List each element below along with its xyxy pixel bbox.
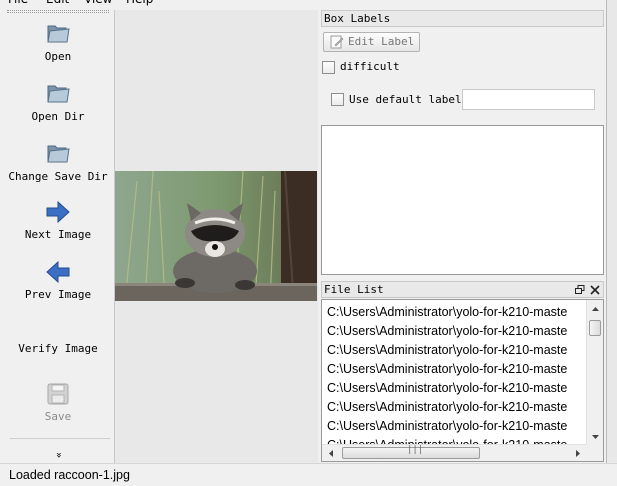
difficult-checkbox[interactable] xyxy=(322,61,335,74)
list-item[interactable]: C:\Users\Administrator\yolo-for-k210-mas… xyxy=(327,417,589,436)
menu-edit[interactable]: Edit xyxy=(46,0,69,6)
list-item[interactable]: C:\Users\Administrator\yolo-for-k210-mas… xyxy=(327,322,589,341)
list-item[interactable]: C:\Users\Administrator\yolo-for-k210-mas… xyxy=(327,303,589,322)
toolbar: Open Open Dir Change Save Dir Next Image… xyxy=(4,10,112,466)
save-button[interactable]: Save xyxy=(4,382,112,423)
prev-image-button[interactable]: Prev Image xyxy=(4,260,112,301)
edit-label-text: Edit Label xyxy=(348,35,415,48)
status-message: Loaded raccoon-1.jpg xyxy=(9,468,130,482)
list-item[interactable]: C:\Users\Administrator\yolo-for-k210-mas… xyxy=(327,398,589,417)
menu-view[interactable]: View xyxy=(84,0,112,6)
scroll-up-icon[interactable] xyxy=(587,302,604,316)
open-button[interactable]: Open xyxy=(4,20,112,63)
verify-image-button[interactable]: Verify Image xyxy=(4,342,112,355)
folder-icon xyxy=(47,85,70,103)
arrow-right-icon xyxy=(46,200,70,224)
prev-image-label: Prev Image xyxy=(24,288,92,301)
edit-icon xyxy=(330,35,344,49)
scroll-left-icon[interactable] xyxy=(324,445,338,462)
scroll-down-icon[interactable] xyxy=(587,430,604,444)
floppy-disk-icon xyxy=(47,383,69,405)
folder-icon xyxy=(47,25,70,43)
file-list-title: File List xyxy=(321,281,604,298)
open-label: Open xyxy=(44,50,72,63)
box-labels-title: Box Labels xyxy=(321,10,604,27)
raccoon-image xyxy=(115,171,317,301)
menu-help[interactable]: Help xyxy=(126,0,153,6)
status-bar: Loaded raccoon-1.jpg xyxy=(0,463,617,486)
scroll-corner xyxy=(586,444,603,461)
file-list-title-text: File List xyxy=(324,283,384,296)
horizontal-scrollbar[interactable]: ||| xyxy=(322,444,587,461)
image-canvas[interactable] xyxy=(114,10,318,466)
next-image-label: Next Image xyxy=(24,228,92,241)
use-default-label-label: Use default label xyxy=(349,93,462,106)
file-list[interactable]: C:\Users\Administrator\yolo-for-k210-mas… xyxy=(321,299,604,462)
list-item[interactable]: C:\Users\Administrator\yolo-for-k210-mas… xyxy=(327,379,589,398)
menu-bar: File Edit View Help xyxy=(0,0,617,6)
use-default-label-checkbox[interactable] xyxy=(331,93,344,106)
change-save-dir-label: Change Save Dir xyxy=(8,170,108,183)
horizontal-scroll-thumb[interactable]: ||| xyxy=(342,445,480,459)
open-dir-label: Open Dir xyxy=(31,110,85,123)
vertical-scrollbar[interactable] xyxy=(586,300,603,445)
window-edge xyxy=(606,0,617,486)
label-list[interactable] xyxy=(321,125,604,275)
change-save-dir-button[interactable]: Change Save Dir xyxy=(4,140,112,183)
next-image-button[interactable]: Next Image xyxy=(4,200,112,241)
edit-label-button[interactable]: Edit Label xyxy=(323,32,420,52)
toolbar-grip[interactable] xyxy=(7,10,109,13)
default-label-input[interactable] xyxy=(462,89,595,110)
scroll-right-icon[interactable] xyxy=(571,445,585,462)
float-icon[interactable] xyxy=(575,285,585,295)
folder-icon xyxy=(47,145,70,163)
toolbar-separator xyxy=(10,438,110,439)
verify-image-label: Verify Image xyxy=(18,342,98,355)
list-item[interactable]: C:\Users\Administrator\yolo-for-k210-mas… xyxy=(327,360,589,379)
save-label: Save xyxy=(44,410,72,423)
vertical-scroll-thumb[interactable] xyxy=(589,320,601,336)
arrow-left-icon xyxy=(46,260,70,284)
toolbar-extension-icon[interactable]: » xyxy=(4,450,112,460)
menu-file[interactable]: File xyxy=(8,0,28,6)
list-item[interactable]: C:\Users\Administrator\yolo-for-k210-mas… xyxy=(327,341,589,360)
grip-icon: ||| xyxy=(407,445,424,455)
close-icon[interactable] xyxy=(590,285,600,295)
open-dir-button[interactable]: Open Dir xyxy=(4,80,112,123)
difficult-label: difficult xyxy=(340,60,400,73)
